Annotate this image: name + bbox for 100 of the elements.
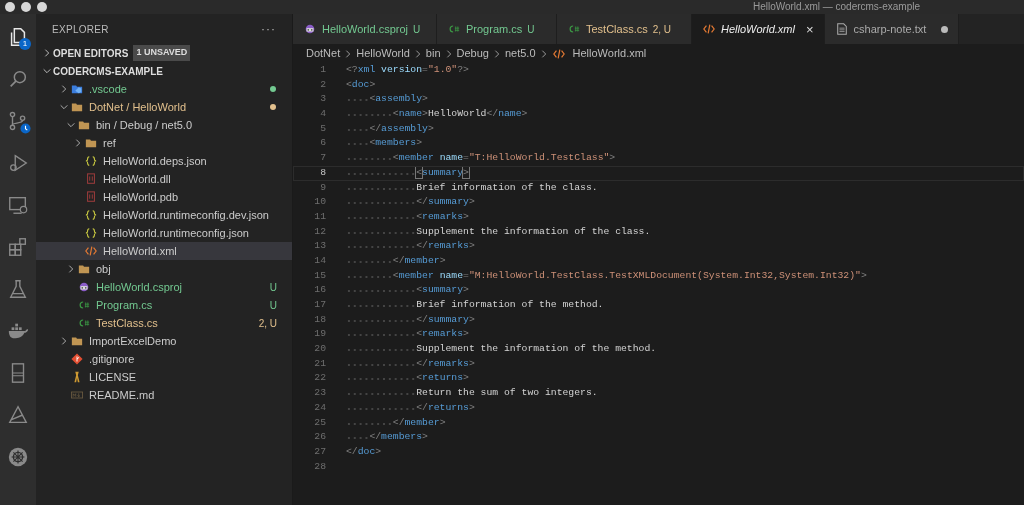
text-file-icon	[834, 23, 849, 35]
chevron-down-icon[interactable]	[58, 102, 69, 112]
code-line: <member name="M:HelloWorld.TestClass.TestXMLDocument(System.Int32,System.Int32)">	[346, 268, 867, 284]
line-number: 14	[313, 253, 326, 268]
code-file-icon	[84, 245, 98, 257]
line-number: 8	[319, 165, 326, 180]
code-line: <returns>	[346, 371, 469, 387]
line-number: 25	[313, 415, 326, 430]
file-name: HelloWorld.csproj	[96, 279, 182, 295]
editor-tab[interactable]: HelloWorld.xml ×	[692, 14, 825, 44]
folder-icon	[70, 83, 84, 95]
code-line: <remarks>	[346, 209, 469, 225]
helm-wheel-icon[interactable]	[7, 446, 29, 468]
line-number: 17	[313, 298, 326, 313]
extensions-icon[interactable]	[7, 236, 29, 258]
code-line: </members>	[346, 430, 428, 445]
line-number: 1	[319, 63, 326, 78]
line-number: 28	[313, 459, 326, 474]
notification-badge: 1	[19, 38, 31, 50]
line-number: 18	[313, 312, 326, 327]
binary-file-icon	[84, 191, 98, 203]
code-file-icon	[551, 47, 566, 60]
tab-label: HelloWorld.csproj	[322, 21, 408, 37]
file-name: HelloWorld.dll	[103, 171, 171, 187]
file-name: .gitignore	[89, 351, 135, 367]
folder-icon	[70, 335, 84, 347]
code-line: </summary>	[346, 195, 475, 210]
line-number: 26	[313, 430, 326, 445]
line-number: 23	[313, 386, 326, 401]
sidebar-title: EXPLORER	[52, 22, 109, 37]
line-number: 10	[313, 195, 326, 210]
line-number: 5	[319, 121, 326, 136]
code-line: </member>	[346, 415, 446, 431]
code-line: <assembly>	[346, 92, 428, 108]
file-name: HelloWorld.runtimeconfig.json	[103, 225, 249, 241]
project-file-icon	[303, 23, 317, 35]
monitor-icon[interactable]	[7, 194, 29, 216]
braces-icon	[84, 155, 98, 167]
git-status: U	[413, 22, 421, 37]
folder-icon	[77, 119, 91, 131]
section-header[interactable]: CODERCMS-EXAMPLE	[53, 63, 163, 79]
line-number: 16	[313, 283, 326, 298]
flask-icon[interactable]	[7, 278, 29, 300]
line-number: 27	[313, 444, 326, 459]
code-line: Supplement the information of the class.	[346, 224, 651, 240]
search-icon[interactable]	[7, 68, 29, 90]
triangle-icon[interactable]	[7, 404, 29, 426]
git-icon	[70, 353, 84, 365]
code-line: </remarks>	[346, 239, 475, 254]
tab-label: HelloWorld.xml	[721, 21, 795, 37]
file-name: HelloWorld.pdb	[103, 189, 178, 205]
line-number: 9	[319, 180, 326, 195]
editor-tab[interactable]: HelloWorld.csproj U	[293, 14, 437, 44]
run-debug-icon[interactable]	[7, 152, 29, 174]
code-line: </doc>	[346, 444, 382, 459]
line-number: 6	[319, 136, 326, 151]
code-line: Brief information of the class.	[346, 180, 598, 196]
line-number: 7	[319, 151, 326, 166]
code-file-icon	[702, 23, 716, 35]
code-line: Supplement the information of the method.	[346, 342, 657, 357]
editor-tab[interactable]: Program.cs U	[437, 14, 557, 44]
breadcrumb-item[interactable]: Debug	[456, 45, 489, 62]
line-number: 22	[313, 371, 326, 386]
code-line: <name>HelloWorld</name>	[346, 107, 528, 122]
breadcrumb-item[interactable]: bin	[425, 45, 441, 62]
csharp-file-icon	[447, 23, 461, 35]
folder-name: ref	[103, 135, 116, 151]
editor-tab[interactable]: TestClass.cs 2, U	[557, 14, 692, 44]
code-line: </remarks>	[346, 356, 475, 372]
code-line: <doc>	[346, 77, 376, 92]
close-button[interactable]: ×	[805, 22, 814, 36]
window-title: HelloWorld.xml — codercms-example	[752, 1, 920, 13]
folder-icon	[84, 137, 98, 149]
line-number: 3	[319, 92, 326, 107]
braces-icon	[84, 227, 98, 239]
editor-tab[interactable]: csharp-note.txt	[824, 14, 960, 44]
section-header[interactable]: OPEN EDITORS	[53, 45, 129, 61]
folder-name: obj	[96, 261, 111, 277]
line-number: 21	[313, 356, 326, 371]
code-line: </member>	[346, 253, 446, 269]
code-line: <?xml version="1.0"?>	[346, 63, 469, 78]
project-file-icon	[77, 281, 91, 293]
breadcrumb-item[interactable]: HelloWorld	[356, 45, 410, 62]
breadcrumb-item[interactable]: net5.0	[504, 45, 536, 62]
breadcrumb-item[interactable]: HelloWorld.xml	[572, 45, 647, 62]
folder-icon	[77, 263, 91, 275]
more-actions-button[interactable]: ···	[261, 20, 276, 38]
git-status: U	[527, 22, 535, 37]
csharp-file-icon	[77, 299, 91, 311]
folder-name: .vscode	[89, 81, 127, 97]
folder-name: ImportExcelDemo	[89, 333, 177, 349]
chevron-down-icon[interactable]	[65, 120, 76, 130]
line-number: 15	[313, 268, 326, 283]
breadcrumb-item[interactable]: DotNet	[306, 45, 341, 62]
file-name: LICENSE	[89, 369, 137, 385]
line-number: 4	[319, 107, 326, 122]
braces-icon	[84, 209, 98, 221]
git-status: 2, U	[258, 316, 277, 331]
chevron-down-icon[interactable]	[41, 66, 52, 76]
markdown-file-icon	[70, 389, 84, 401]
